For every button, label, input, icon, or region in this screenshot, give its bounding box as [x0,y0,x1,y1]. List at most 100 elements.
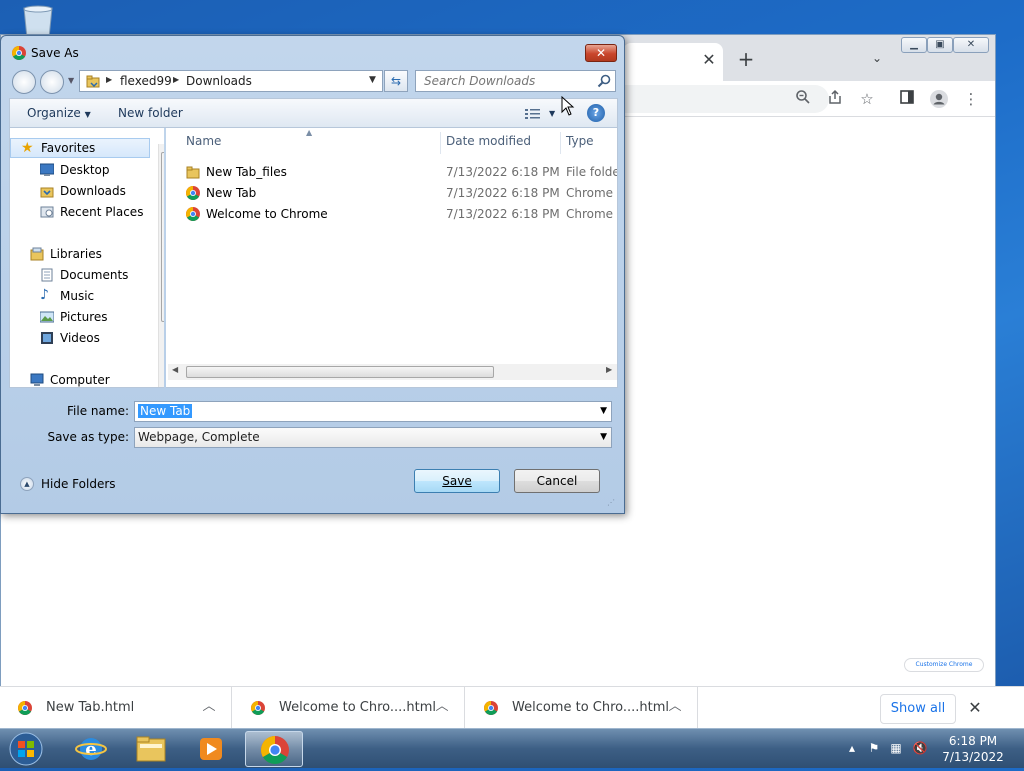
chevron-up-icon[interactable]: ︿ [200,698,218,716]
close-shelf-icon[interactable]: ✕ [966,699,984,717]
resize-grip-icon[interactable]: ⋰ [607,498,615,507]
scroll-left-icon[interactable]: ◀ [172,365,178,374]
nav-pictures[interactable]: Pictures [10,307,150,327]
download-item[interactable]: New Tab.html ︿ [0,687,232,729]
address-bar[interactable]: ▶ flexed99 ▶ Downloads ▼ [79,70,383,92]
internet-explorer-taskbar-button[interactable]: e [62,731,120,767]
search-input[interactable] [416,71,592,91]
breadcrumb-downloads[interactable]: Downloads [186,74,252,88]
start-button[interactable] [6,730,46,768]
show-hidden-icons-icon[interactable]: ▴ [844,739,860,757]
chevron-down-icon[interactable]: ▼ [600,432,607,442]
save-as-dialog: Save As ✕ ▼ ▶ flexed99 ▶ Downloads ▼ ⇆ O… [0,35,625,514]
maximize-icon[interactable]: ▣ [927,37,953,53]
side-panel-icon[interactable] [897,89,917,109]
view-options-chevron-icon[interactable]: ▼ [549,109,555,118]
nav-downloads[interactable]: Downloads [10,181,150,201]
search-box[interactable] [415,70,616,92]
nav-scrollbar-thumb[interactable] [161,152,164,322]
file-list-scrollbar-thumb[interactable] [186,366,494,378]
file-row[interactable]: New Tab_files 7/13/2022 6:18 PM File fol… [166,162,617,182]
file-name: New Tab [206,186,257,200]
tab-search-icon[interactable]: ⌄ [869,51,885,67]
minimize-icon[interactable]: ▁ [901,37,927,53]
file-name-value[interactable]: New Tab [138,404,193,418]
save-as-type-select[interactable]: Webpage, Complete ▼ [134,427,612,448]
file-list-scrollbar[interactable]: ◀ ▶ [168,364,617,380]
chevron-up-icon[interactable]: ︿ [666,698,684,716]
scroll-right-icon[interactable]: ▶ [606,365,612,374]
network-icon[interactable]: ▦ [888,739,904,757]
window-close-icon[interactable]: ✕ [953,37,989,53]
chevron-down-icon[interactable]: ▼ [600,406,607,416]
show-all-button[interactable]: Show all [880,694,956,724]
organize-label: Organize [27,106,81,120]
file-date: 7/13/2022 6:18 PM [446,165,560,179]
sort-up-icon: ▲ [306,128,313,137]
bookmark-star-icon[interactable]: ☆ [857,89,877,109]
column-separator[interactable] [440,132,441,154]
nav-documents[interactable]: Documents [10,265,150,285]
column-date-modified[interactable]: Date modified [446,134,531,148]
breadcrumb-flexed99[interactable]: flexed99 [120,74,172,88]
nav-computer[interactable]: Computer [10,370,150,387]
profile-avatar-icon[interactable] [929,89,949,109]
column-type[interactable]: Type [566,134,594,148]
nav-libraries[interactable]: Libraries [10,244,150,264]
chevron-up-icon[interactable]: ︿ [433,698,451,716]
download-item[interactable]: Welcome to Chro....html ︿ [466,687,698,729]
folder-icon [136,736,166,762]
volume-muted-icon[interactable]: 🔇 [912,739,928,757]
column-name[interactable]: Name [186,134,221,148]
chrome-html-icon [251,701,265,715]
help-icon[interactable]: ? [587,104,605,122]
chrome-html-icon [186,186,200,200]
action-center-flag-icon[interactable]: ⚑ [866,739,882,757]
share-icon[interactable] [825,89,845,109]
nav-videos[interactable]: Videos [10,328,150,348]
breadcrumb-separator-icon[interactable]: ▶ [173,75,179,84]
chevron-down-icon[interactable]: ▼ [369,75,376,85]
breadcrumb-separator-icon[interactable]: ▶ [106,75,112,84]
customize-chrome-button[interactable]: Customize Chrome [904,658,984,672]
recycle-bin-icon[interactable] [18,4,58,39]
cancel-button[interactable]: Cancel [514,469,600,493]
clock[interactable]: 6:18 PM 7/13/2022 [938,733,1008,765]
menu-kebab-icon[interactable]: ⋮ [961,89,981,109]
new-tab-icon[interactable]: + [736,49,756,69]
nav-desktop[interactable]: Desktop [10,160,150,180]
new-folder-button[interactable]: New folder [118,106,183,120]
back-button[interactable] [12,70,36,94]
file-name-field[interactable]: New Tab ▼ [134,401,612,422]
taskbar: e ▴ ⚑ ▦ 🔇 6:18 PM 7/13/2022 [0,728,1024,768]
file-type: Chrome H [566,186,617,200]
nav-music[interactable]: ♪ Music [10,286,150,306]
download-item[interactable]: Welcome to Chro....html ︿ [233,687,465,729]
column-separator[interactable] [560,132,561,154]
dialog-close-button[interactable]: ✕ [585,44,617,62]
zoom-icon[interactable] [793,89,813,109]
nav-recent-places[interactable]: Recent Places [10,202,150,222]
nav-scrollbar[interactable] [158,144,164,387]
nav-favorites[interactable]: ★ Favorites [10,138,150,158]
save-as-type-label: Save as type: [47,430,129,444]
refresh-button[interactable]: ⇆ [384,70,408,92]
search-icon[interactable] [596,73,612,89]
change-view-icon[interactable] [525,108,541,120]
save-button[interactable]: Save [414,469,500,493]
recent-locations-dropdown[interactable]: ▼ [68,76,74,85]
file-row[interactable]: New Tab 7/13/2022 6:18 PM Chrome H [166,183,617,203]
organize-button[interactable]: Organize ▼ [27,106,91,120]
chevron-up-icon: ▲ [20,477,34,491]
chrome-taskbar-button[interactable] [245,731,303,767]
forward-button[interactable] [40,70,64,94]
file-type: Chrome H [566,207,617,221]
download-name: New Tab.html [46,700,135,715]
computer-icon [30,373,44,386]
star-icon: ★ [21,140,34,156]
explorer-taskbar-button[interactable] [122,731,180,767]
file-row[interactable]: Welcome to Chrome 7/13/2022 6:18 PM Chro… [166,204,617,224]
close-tab-icon[interactable]: ✕ [701,52,717,68]
file-name-label-text: File name: [67,404,129,418]
media-player-taskbar-button[interactable] [182,731,240,767]
